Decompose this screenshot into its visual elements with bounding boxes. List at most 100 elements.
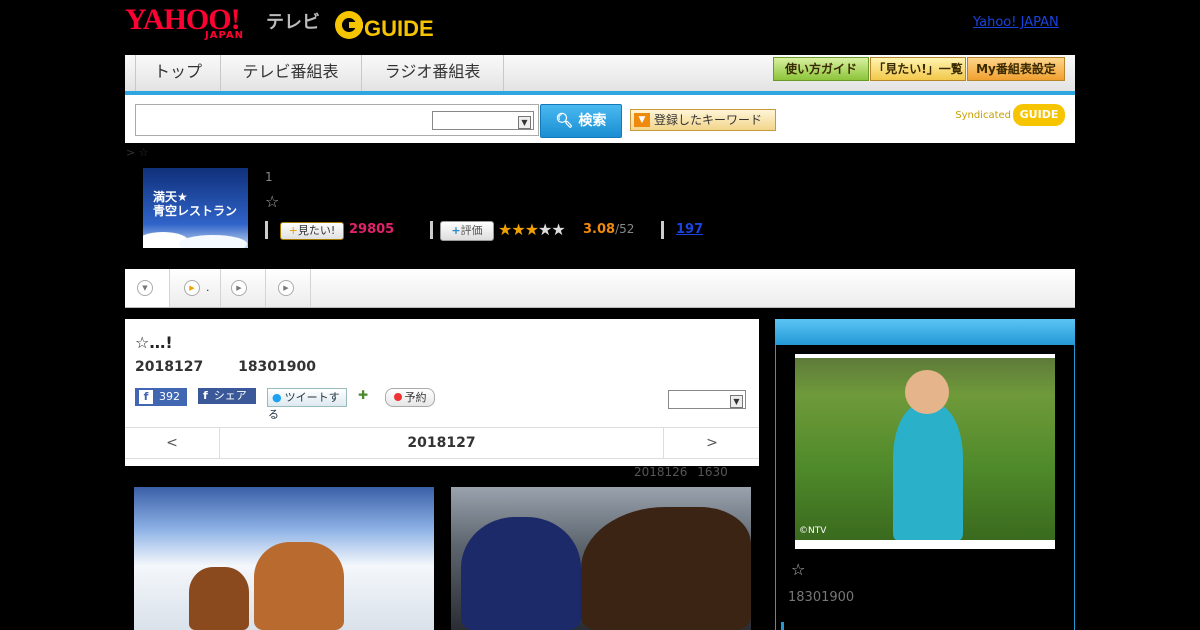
- photo-credit: ©NTV: [799, 526, 827, 536]
- keyword-button-label: 登録したキーワード: [654, 113, 763, 127]
- prev-date-button[interactable]: <: [125, 428, 220, 458]
- star-empty-icon: ★: [551, 220, 565, 239]
- keyword-button[interactable]: ▼ 登録したキーワード: [630, 109, 776, 131]
- side-photo-image: ©NTV: [795, 358, 1055, 540]
- yahoo-japan-link[interactable]: Yahoo! JAPAN: [973, 15, 1059, 30]
- cloud-decoration: [143, 232, 247, 248]
- program-date: 2018127: [135, 359, 204, 375]
- add-calendar-icon[interactable]: ✚: [358, 388, 374, 404]
- program-detail-panel: ☆…! 2018127 18301900 f 392 f シェア ● ツイートする ✚…: [125, 319, 759, 466]
- rating-stars: ★★★★★: [498, 220, 566, 239]
- gguide-logo[interactable]: GUIDE: [334, 6, 434, 41]
- program-time: 18301900: [238, 359, 317, 375]
- program-thumbnail[interactable]: 満天★ 青空レストラン: [143, 168, 248, 248]
- nav-tab-radio[interactable]: ラジオ番組表: [362, 55, 504, 91]
- yahoo-logo-sub: JAPAN: [205, 30, 244, 41]
- search-button[interactable]: 🔍︎ 検索: [540, 104, 622, 138]
- breadcrumb[interactable]: > ☆: [126, 146, 149, 159]
- nav-tab-tv[interactable]: テレビ番組表: [220, 55, 362, 91]
- reserve-button[interactable]: 予約: [385, 388, 435, 407]
- person-shape: [461, 517, 581, 630]
- search-icon: 🔍︎: [555, 113, 574, 129]
- thumbnail-line1: 満天★: [153, 190, 188, 204]
- facebook-like-count: 392: [159, 390, 180, 403]
- chevron-down-icon: ▼: [137, 280, 153, 296]
- plus-icon: +: [451, 224, 461, 237]
- rating-total: /52: [615, 222, 635, 236]
- thumbnail-line2: 青空レストラン: [153, 204, 238, 218]
- side-star: ☆: [791, 560, 806, 579]
- play-icon: ▶: [278, 280, 294, 296]
- tweet-button[interactable]: ● ツイートする: [267, 388, 347, 421]
- person-shape: [893, 404, 963, 540]
- photo-cows-snow[interactable]: [134, 487, 434, 630]
- divider: [430, 221, 433, 239]
- photo-man-cow[interactable]: [451, 487, 751, 630]
- facebook-icon: f: [203, 389, 208, 402]
- want-button-label: 見たい!: [297, 224, 336, 237]
- gguide-logo-icon: GUIDE: [335, 11, 434, 41]
- program-title: ☆…!: [135, 333, 173, 352]
- side-panel-header: [775, 319, 1075, 345]
- chevron-down-icon: ▼: [730, 395, 743, 408]
- plus-icon: +: [288, 224, 298, 237]
- cow-shape: [189, 567, 249, 630]
- subtab-3[interactable]: ▶: [221, 269, 266, 307]
- guide-button[interactable]: 使い方ガイド: [773, 57, 869, 81]
- updated-time: 1630: [697, 465, 728, 479]
- side-time: 18301900: [788, 590, 855, 605]
- facebook-icon: f: [139, 390, 153, 404]
- play-icon: ▶: [231, 280, 247, 296]
- cow-shape: [581, 507, 751, 630]
- divider: [265, 221, 268, 239]
- search-bar: ▼ 🔍︎ 検索 ▼ 登録したキーワード Syndicated GUIDE: [125, 95, 1075, 143]
- star-filled-icon: ★: [511, 220, 525, 239]
- episode-number: 1: [265, 170, 273, 184]
- current-date: 2018127: [407, 435, 476, 451]
- updated-datetime: 2018126 1630: [634, 465, 728, 479]
- subtab-2-label: .: [206, 281, 210, 294]
- thumbnail-text: 満天★ 青空レストラン: [153, 190, 237, 218]
- facebook-like-button[interactable]: f 392: [135, 388, 187, 406]
- rate-button[interactable]: +評価: [440, 221, 494, 241]
- triangle-down-icon: ▼: [634, 113, 650, 127]
- want-button[interactable]: +見たい!: [280, 222, 344, 240]
- rating-score: 3.08: [583, 222, 616, 237]
- search-category-select[interactable]: ▼: [432, 111, 534, 130]
- rate-button-label: 評価: [460, 224, 483, 237]
- twitter-bird-icon: ●: [272, 391, 282, 404]
- cow-shape: [254, 542, 344, 630]
- program-title-star: ☆: [265, 192, 280, 211]
- subtab-4[interactable]: ▶: [266, 269, 311, 307]
- gguide-logo-text: GUIDE: [364, 16, 434, 40]
- subtab-1[interactable]: ▼: [125, 269, 170, 307]
- want-list-button[interactable]: 「見たい!」一覧: [870, 57, 966, 81]
- reserve-label: 予約: [404, 391, 427, 404]
- detail-select[interactable]: ▼: [668, 390, 746, 409]
- star-filled-icon: ★: [498, 220, 512, 239]
- program-subtabs: ▼ ▶ . ▶ ▶: [125, 269, 1075, 308]
- tv-label: テレビ: [266, 12, 320, 33]
- record-dot-icon: [393, 393, 402, 401]
- search-button-label: 検索: [578, 113, 607, 129]
- rating-value: 3.08/52: [583, 222, 634, 237]
- subtab-2[interactable]: ▶ .: [170, 269, 221, 307]
- person-head: [905, 370, 949, 414]
- my-schedule-button[interactable]: My番組表設定: [967, 57, 1065, 81]
- star-filled-icon: ★: [524, 220, 539, 239]
- nav-tab-top[interactable]: トップ: [135, 55, 221, 91]
- play-icon: ▶: [184, 280, 200, 296]
- star-empty-icon: ★: [538, 220, 552, 239]
- global-nav: トップ テレビ番組表 ラジオ番組表 使い方ガイド 「見たい!」一覧 My番組表設…: [125, 55, 1075, 95]
- facebook-share-button[interactable]: f シェア: [198, 388, 256, 404]
- program-datetime: 2018127 18301900: [135, 359, 316, 375]
- syndicated-logo-text: GUIDE: [1013, 104, 1065, 126]
- side-photo[interactable]: ©NTV: [795, 354, 1055, 549]
- syndicated-logo: Syndicated GUIDE: [955, 104, 1065, 126]
- date-navigation: < 2018127 >: [125, 427, 759, 459]
- want-count: 29805: [349, 222, 395, 237]
- yahoo-logo[interactable]: YAHOO! JAPAN: [125, 5, 263, 42]
- review-count-link[interactable]: 197: [676, 222, 703, 237]
- next-date-button[interactable]: >: [663, 428, 760, 458]
- chevron-down-icon: ▼: [518, 116, 531, 129]
